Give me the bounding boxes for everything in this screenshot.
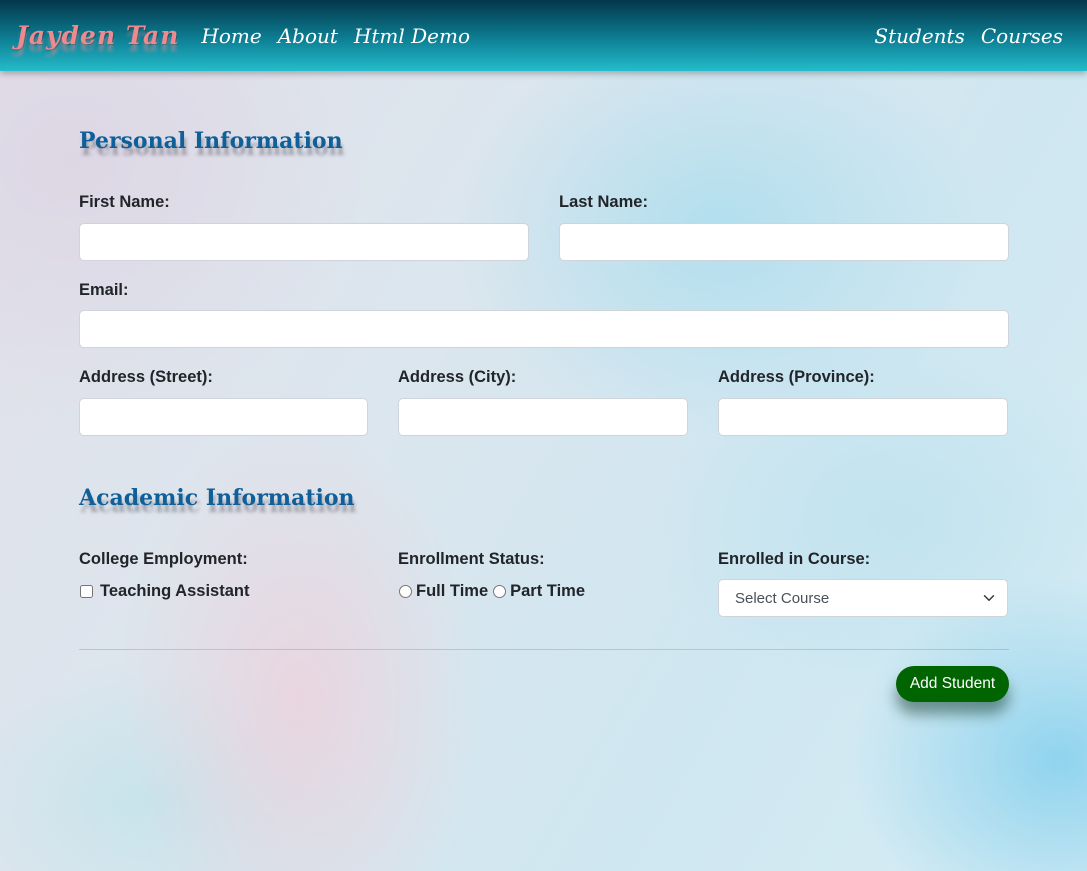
course-select-value: Select Course xyxy=(735,589,830,607)
nav-link-students[interactable]: Students xyxy=(874,24,964,48)
course-select[interactable]: Select Course xyxy=(718,579,1008,617)
personal-info-heading: Personal Information xyxy=(79,128,343,154)
first-name-label: First Name: xyxy=(79,193,170,211)
nav-link-home[interactable]: Home xyxy=(201,24,261,48)
enrolled-course-label: Enrolled in Course: xyxy=(718,550,871,568)
enrollment-status-options: Full Time Part Time xyxy=(398,582,585,601)
enrollment-status-label: Enrollment Status: xyxy=(398,550,545,568)
teaching-assistant-checkbox[interactable] xyxy=(80,585,93,598)
address-province-input[interactable] xyxy=(718,398,1008,436)
academic-info-heading: Academic Information xyxy=(79,485,355,511)
top-navbar: Jayden Tan Home About Html Demo Students… xyxy=(0,0,1087,71)
first-name-input[interactable] xyxy=(79,223,529,261)
nav-link-html-demo[interactable]: Html Demo xyxy=(354,24,470,48)
email-input[interactable] xyxy=(79,310,1009,348)
chevron-down-icon xyxy=(983,595,995,601)
last-name-input[interactable] xyxy=(559,223,1009,261)
part-time-radio[interactable] xyxy=(493,585,507,598)
brand-logo[interactable]: Jayden Tan xyxy=(16,21,179,50)
teaching-assistant-label: Teaching Assistant xyxy=(100,582,250,600)
college-employment-label: College Employment: xyxy=(79,550,248,568)
form-divider xyxy=(79,649,1009,650)
part-time-label: Part Time xyxy=(510,582,586,600)
add-student-button[interactable]: Add Student xyxy=(896,666,1009,702)
teaching-assistant-option: Teaching Assistant xyxy=(79,582,249,601)
nav-link-about[interactable]: About xyxy=(278,24,338,48)
last-name-label: Last Name: xyxy=(559,193,648,211)
full-time-radio[interactable] xyxy=(399,585,412,598)
nav-left-links: Home About Html Demo xyxy=(201,24,470,48)
nav-right-links: Students Courses xyxy=(874,24,1063,48)
email-label: Email: xyxy=(79,281,129,299)
address-province-label: Address (Province): xyxy=(718,368,875,386)
full-time-label: Full Time xyxy=(416,582,489,600)
address-street-input[interactable] xyxy=(79,398,368,436)
address-city-input[interactable] xyxy=(398,398,688,436)
nav-link-courses[interactable]: Courses xyxy=(981,24,1063,48)
address-street-label: Address (Street): xyxy=(79,368,213,386)
address-city-label: Address (City): xyxy=(398,368,517,386)
